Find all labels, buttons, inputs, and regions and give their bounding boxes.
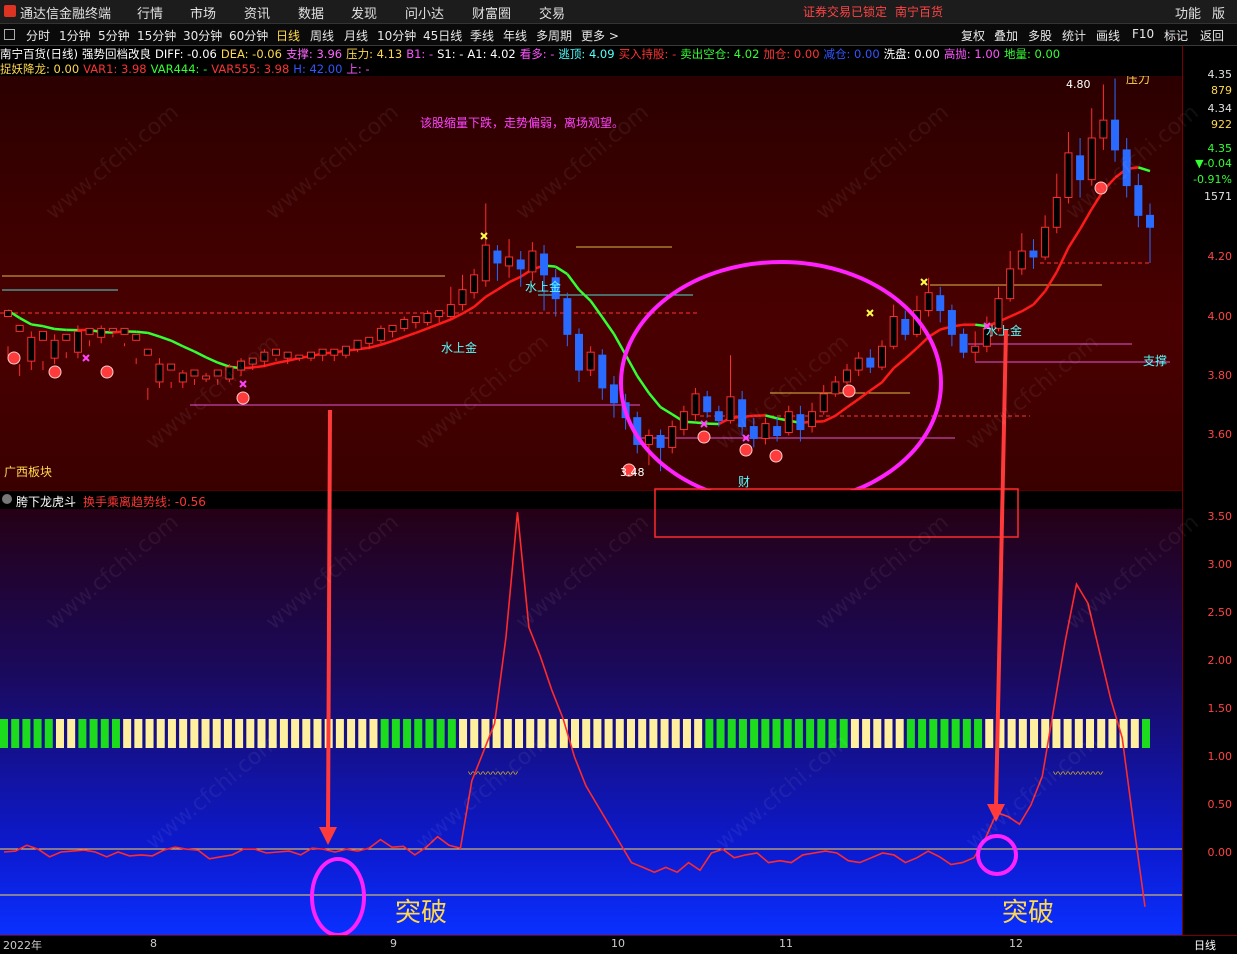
ind-axis-050: 0.50 [1208,798,1233,811]
date-dec: 12 [1009,937,1023,950]
axis-price-2: 4.34 [1208,102,1233,115]
date-sep: 9 [390,937,397,950]
arrow-down-1-shaft [328,410,330,829]
arrow-down-1-head [319,827,337,845]
ind-axis-200: 2.00 [1208,654,1233,667]
date-nov: 11 [779,937,793,950]
axis-change-pct: -0.91% [1193,173,1232,186]
ind-axis-250: 2.50 [1208,606,1233,619]
axis-tick-420: 4.20 [1208,250,1233,263]
axis-vol-1: 879 [1211,84,1232,97]
breakthrough-circle-1 [312,859,364,935]
ind-axis-350: 3.50 [1208,510,1233,523]
date-oct: 10 [611,937,625,950]
axis-change: ▼-0.04 [1195,157,1232,170]
date-year: 2022年 [3,937,42,953]
axis-tick-360: 3.60 [1208,428,1233,441]
axis-volume: 1571 [1204,190,1232,203]
ind-axis-300: 3.00 [1208,558,1233,571]
date-axis: 2022年 8 9 10 11 12 日线 [0,935,1237,954]
axis-tick-400: 4.00 [1208,310,1233,323]
axis-vol-2: 922 [1211,118,1232,131]
price-axis: 4.35 879 4.34 922 4.35 ▼-0.04 -0.91% 157… [1182,46,1237,935]
axis-tick-380: 3.80 [1208,369,1233,382]
axis-price-3: 4.35 [1208,142,1233,155]
ind-axis-150: 1.50 [1208,702,1233,715]
date-aug: 8 [150,937,157,950]
axis-price-1: 4.35 [1208,68,1233,81]
highlight-rectangle [655,489,1018,537]
period-indicator: 日线 [1194,937,1216,953]
ind-axis-100: 1.00 [1208,750,1233,763]
ind-axis-000: 0.00 [1208,846,1233,859]
